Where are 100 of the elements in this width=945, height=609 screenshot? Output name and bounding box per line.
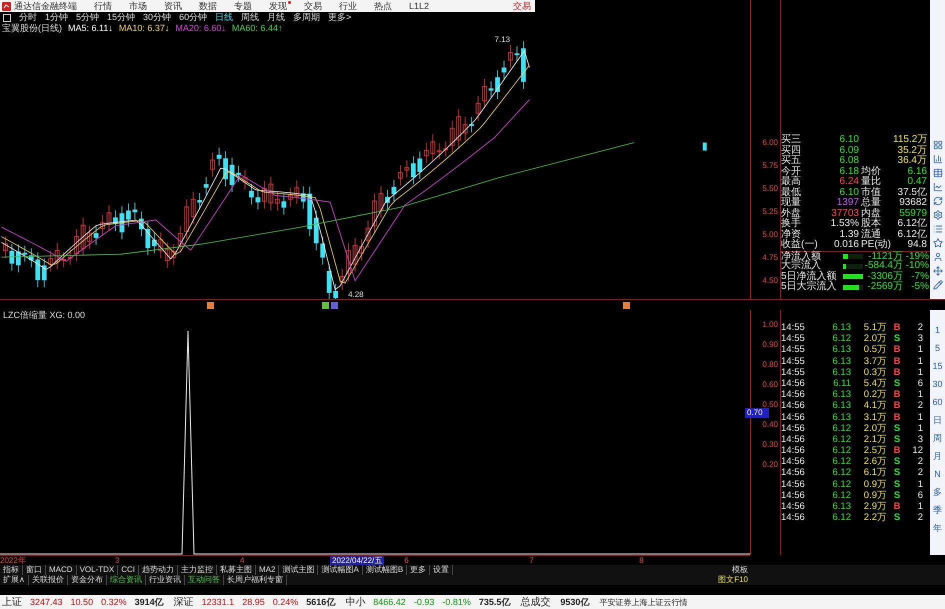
quote-label: 现量 (781, 198, 802, 208)
date-axis-label: 3 (115, 556, 120, 565)
period-button[interactable]: N (934, 468, 941, 481)
move-icon[interactable] (932, 266, 942, 276)
index-value: 12331.1 (202, 597, 234, 607)
trade-price: 6.12 (832, 422, 852, 434)
period-button[interactable]: 60 (932, 396, 942, 409)
fund-flow-amount: -2569万 (866, 282, 904, 292)
indicator-axis-label: 0.30 (761, 440, 779, 450)
fund-flow-percent: -10% (905, 261, 930, 272)
period-button[interactable]: 日 (933, 414, 942, 427)
bar-chart-icon[interactable] (932, 154, 942, 164)
trade-time: 14:55 (781, 344, 806, 356)
menu-item[interactable]: L1L2 (409, 0, 430, 12)
f10-button[interactable]: 图文F10 (718, 575, 748, 585)
extension-tab[interactable]: 行业资讯 (146, 575, 185, 585)
menu-item[interactable]: 交易 (304, 0, 322, 12)
menu-item[interactable]: 行情 (94, 0, 112, 12)
period-button[interactable]: 季 (933, 504, 942, 517)
period-button[interactable]: 月 (933, 450, 942, 463)
period-button[interactable]: 5 (934, 342, 940, 355)
refresh-icon[interactable] (932, 196, 942, 206)
trade-price: 6.12 (832, 512, 852, 524)
index-value: 8466.42 (373, 597, 406, 607)
period-tab[interactable]: 日线 (215, 12, 234, 23)
trade-count: 6 (916, 378, 924, 390)
period-tab[interactable]: 60分钟 (179, 12, 208, 23)
menu-item[interactable]: 资讯 (164, 0, 182, 12)
trade-side: S (892, 456, 902, 468)
trade-count: 12 (911, 445, 924, 456)
quote-value: 6.10 (838, 188, 860, 198)
extension-tab[interactable]: 综合资讯 (106, 575, 146, 585)
quote-label: PE(动) (861, 240, 892, 250)
menu-item[interactable]: 发现 (269, 0, 287, 12)
menu-item[interactable]: 热点 (374, 0, 392, 12)
menu-item[interactable]: 专题 (234, 0, 252, 12)
period-button[interactable]: 30 (932, 378, 942, 391)
quote-value: 6.12亿 (896, 219, 928, 229)
price-axis-label: 5.75 (761, 161, 779, 171)
trade-time: 14:56 (781, 412, 806, 423)
menu-item[interactable]: 数据 (199, 0, 217, 12)
extension-tab[interactable]: 互动问答 (184, 575, 224, 585)
template-button[interactable]: 模板 (732, 565, 748, 575)
period-tab[interactable]: 周线 (241, 12, 260, 23)
period-button[interactable]: 15 (932, 360, 942, 373)
period-tab[interactable]: 更多> (328, 12, 352, 23)
menu-item[interactable]: 市场 (129, 0, 147, 12)
period-tab[interactable]: 月线 (267, 12, 286, 23)
trade-price: 6.13 (832, 322, 852, 334)
period-button[interactable]: 1 (934, 324, 940, 337)
trade-count: 2 (916, 400, 924, 412)
trade-volume: 0.3万 (862, 366, 888, 378)
period-button[interactable]: 周 (933, 432, 942, 445)
trade-volume: 2.2万 (862, 512, 888, 524)
quote-value: 6.10 (838, 135, 860, 146)
trade-price: 6.13 (832, 366, 852, 378)
user-icon[interactable] (932, 252, 942, 262)
trade-side: B (892, 322, 902, 334)
menu-item[interactable]: 行业 (339, 0, 357, 12)
period-tab[interactable]: 1分钟 (45, 12, 68, 23)
quote-value: 36.4万 (896, 156, 928, 166)
period-tab[interactable]: 5分钟 (76, 12, 100, 23)
quote-label: 市值 (861, 188, 882, 198)
period-tab[interactable]: 多周期 (293, 12, 320, 23)
quote-label: 内盘 (861, 208, 882, 218)
quote-label: 均价 (861, 166, 882, 176)
period-tab[interactable]: 30分钟 (143, 12, 172, 23)
period-button[interactable]: 多 (933, 486, 942, 499)
cursor-value-label: 0.70 (745, 408, 769, 418)
extension-tab[interactable]: 资金分布 (68, 575, 107, 585)
grid-icon[interactable] (932, 140, 942, 150)
trade-price: 6.13 (832, 501, 852, 512)
ma-legend-item: MA60: 6.44↑ (232, 23, 282, 33)
price-axis-label: 4.50 (761, 276, 779, 286)
trade-volume: 2.1万 (862, 434, 888, 446)
star-icon[interactable] (932, 238, 942, 248)
settings-icon[interactable] (932, 210, 942, 220)
index-amount: 3914亿 (134, 596, 164, 608)
table-icon[interactable] (932, 168, 942, 178)
period-button[interactable]: 年 (933, 522, 942, 535)
pencil-icon[interactable] (932, 280, 942, 290)
trade-side: B (892, 366, 902, 378)
period-tab[interactable]: 分时 (19, 12, 37, 23)
period-tab[interactable]: 15分钟 (107, 12, 136, 23)
total-label: 总成交 (520, 596, 550, 609)
quote-value: 6.09 (838, 146, 860, 156)
trade-side: S (892, 512, 902, 524)
fund-flow-label: 5日净流入额 (781, 272, 838, 282)
extension-tab[interactable]: 扩展∧ (0, 575, 29, 585)
trade-link[interactable]: 交易 (513, 0, 531, 12)
line-chart-icon[interactable] (932, 182, 942, 192)
trade-side: B (892, 501, 902, 512)
quote-value: 6.18 (838, 166, 860, 177)
extension-tab[interactable]: 关联报价 (28, 575, 68, 585)
total-amount: 9530亿 (560, 596, 590, 608)
price-axis-label: 5.50 (761, 184, 779, 194)
trade-price: 6.13 (832, 412, 852, 423)
window-icon[interactable] (3, 14, 11, 22)
extension-tab[interactable]: 长周户福利专窗 (224, 575, 287, 585)
trade-side: S (892, 434, 902, 446)
